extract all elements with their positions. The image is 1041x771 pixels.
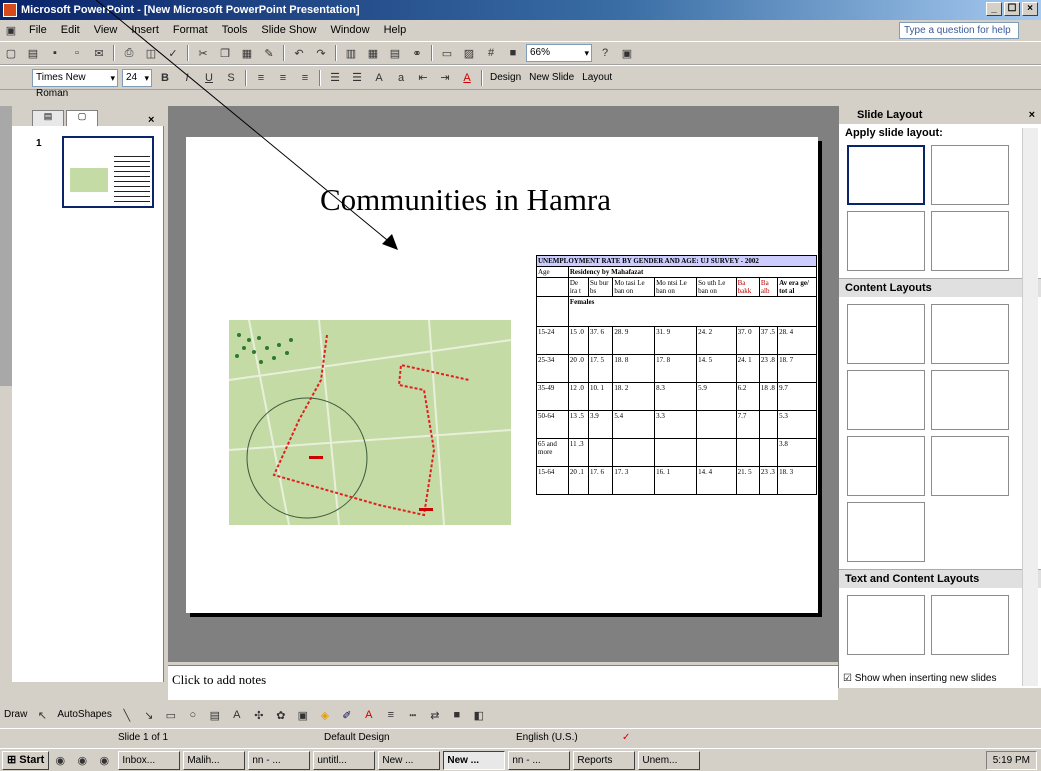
text-content-layouts [839,592,1041,658]
taskbar-item-active[interactable]: New ... [443,750,506,770]
arrow-style-icon[interactable]: ⇄ [425,706,445,724]
line-style-icon[interactable]: ≡ [381,706,401,724]
line-icon[interactable]: ╲ [117,706,137,724]
layout-four-content[interactable] [847,436,925,496]
text-layouts [839,142,1041,274]
select-objects-icon[interactable]: ↖ [32,706,52,724]
layout-content[interactable] [931,304,1009,364]
notes-pane[interactable]: Click to add notes [168,665,838,700]
dash-style-icon[interactable]: ┅ [403,706,423,724]
layout-content-text[interactable] [931,595,1009,655]
shadow-style-icon[interactable]: ■ [447,706,467,724]
picture-icon[interactable]: ▣ [293,706,313,724]
taskbar-item[interactable]: untitl... [313,750,376,770]
close-task-pane-icon[interactable]: × [1029,106,1035,124]
drawing-toolbar: Draw ↖ AutoShapes ╲ ↘ ▭ ○ ▤ A ✣ ✿ ▣ ◈ ✐ … [0,704,1041,726]
layout-title-two-content[interactable] [931,436,1009,496]
show-when-inserting-checkbox[interactable]: ☑ Show when inserting new slides [843,673,997,684]
autoshapes-menu[interactable]: AutoShapes [53,706,116,724]
rectangle-icon[interactable]: ▭ [161,706,181,724]
start-label: Start [19,753,45,766]
content-layouts-header: Content Layouts [839,278,1041,297]
taskbar-item[interactable]: Inbox... [118,750,181,770]
layout-title-only[interactable] [931,145,1009,205]
quicklaunch-icon[interactable]: ◉ [94,751,114,769]
layout-text-content[interactable] [847,595,925,655]
textbox-icon[interactable]: ▤ [205,706,225,724]
taskbar-item[interactable]: nn - ... [248,750,311,770]
task-pane-title: Slide Layout [857,109,923,121]
layout-title-four-content[interactable] [847,502,925,562]
3d-style-icon[interactable]: ◧ [469,706,489,724]
system-clock: 5:19 PM [985,750,1037,770]
wordart-icon[interactable]: A [227,706,247,724]
font-color-draw-icon[interactable]: A [359,706,379,724]
windows-taskbar: ⊞ Start ◉ ◉ ◉ Inbox... Malih... nn - ...… [0,748,1041,771]
slide-count: Slide 1 of 1 [118,732,169,743]
draw-menu[interactable]: Draw [0,706,31,724]
show-when-inserting-label: Show when inserting new slides [854,673,997,684]
arrow-icon[interactable]: ↘ [139,706,159,724]
taskbar-item[interactable]: nn - ... [508,750,571,770]
content-layouts [839,301,1041,565]
quicklaunch-icon[interactable]: ◉ [72,751,92,769]
task-pane-header: Slide Layout × [839,106,1041,124]
layout-title-content[interactable] [847,370,925,430]
layout-two-content[interactable] [931,370,1009,430]
start-button[interactable]: ⊞ Start [2,750,50,770]
task-pane-scrollbar[interactable] [1022,128,1038,686]
layout-title-text[interactable] [847,211,925,271]
line-color-icon[interactable]: ✐ [337,706,357,724]
layout-title-slide[interactable] [847,145,925,205]
taskbar-item[interactable]: Malih... [183,750,246,770]
quicklaunch-icon[interactable]: ◉ [50,751,70,769]
fill-color-icon[interactable]: ◈ [315,706,335,724]
apply-layout-label: Apply slide layout: [845,127,943,139]
taskbar-item[interactable]: New ... [378,750,441,770]
layout-blank[interactable] [847,304,925,364]
taskbar-item[interactable]: Reports [573,750,636,770]
language: English (U.S.) [516,732,578,743]
diagram-icon[interactable]: ✣ [249,706,269,724]
clipart-icon[interactable]: ✿ [271,706,291,724]
text-content-layouts-header: Text and Content Layouts [839,569,1041,588]
oval-icon[interactable]: ○ [183,706,203,724]
spelling-status-icon: ✓ [622,732,631,743]
design-name: Default Design [324,732,390,743]
taskbar-item[interactable]: Unem... [638,750,701,770]
status-bar: Slide 1 of 1 Default Design English (U.S… [0,728,1041,746]
layout-two-column-text[interactable] [931,211,1009,271]
slide-layout-task-pane: Slide Layout × Apply slide layout: Conte… [838,106,1041,688]
windows-logo-icon: ⊞ [7,753,17,766]
